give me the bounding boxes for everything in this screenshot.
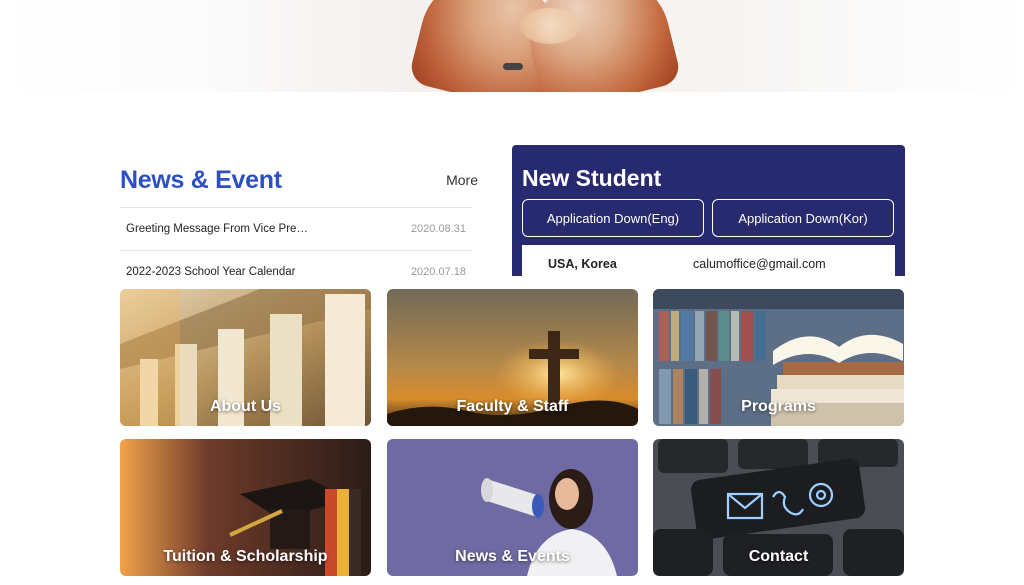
tile-about-us[interactable]: About Us bbox=[120, 289, 371, 426]
news-more-link[interactable]: More bbox=[446, 172, 478, 188]
news-item-date: 2020.08.31 bbox=[410, 223, 466, 235]
hero-banner bbox=[0, 0, 1024, 92]
tile-label: Contact bbox=[748, 548, 809, 565]
news-item-title[interactable]: 2022-2023 School Year Calendar bbox=[126, 266, 295, 275]
tile-label: Faculty & Staff bbox=[456, 398, 569, 415]
application-download-eng-button[interactable]: Application Down(Eng) bbox=[522, 199, 704, 237]
tile-contact[interactable]: Contact bbox=[653, 439, 904, 576]
location-text: USA, Korea bbox=[548, 257, 617, 271]
news-event-title: News & Event bbox=[120, 166, 282, 194]
news-list: Greeting Message From Vice Pre… 2020.08.… bbox=[120, 207, 472, 275]
tile-label: Programs bbox=[741, 398, 816, 415]
tile-programs[interactable]: Programs bbox=[653, 289, 904, 426]
news-list-item[interactable]: Greeting Message From Vice Pre… 2020.08.… bbox=[120, 208, 472, 251]
slider-indicator[interactable] bbox=[503, 63, 523, 70]
hero-image-glow bbox=[520, 8, 580, 44]
tile-label: Tuition & Scholarship bbox=[163, 548, 328, 565]
news-item-date: 2020.07.18 bbox=[410, 266, 466, 275]
new-student-title: New Student bbox=[522, 165, 662, 191]
news-list-item[interactable]: 2022-2023 School Year Calendar 2020.07.1… bbox=[120, 251, 472, 275]
email-link[interactable]: calumoffice@gmail.com bbox=[693, 257, 826, 271]
tile-news-events[interactable]: News & Events bbox=[387, 439, 638, 576]
news-item-title[interactable]: Greeting Message From Vice Pre… bbox=[126, 223, 308, 235]
tile-tuition-scholarship[interactable]: Tuition & Scholarship bbox=[120, 439, 371, 576]
tile-faculty-staff[interactable]: Faculty & Staff bbox=[387, 289, 638, 426]
tile-label: About Us bbox=[209, 398, 282, 415]
new-student-panel: New Student Application Down(Eng) Applic… bbox=[512, 145, 905, 276]
tile-label: News & Events bbox=[455, 548, 570, 565]
application-download-kor-button[interactable]: Application Down(Kor) bbox=[712, 199, 894, 237]
news-event-panel: News & Event More Greeting Message From … bbox=[120, 160, 480, 275]
contact-info-strip: USA, Korea calumoffice@gmail.com bbox=[522, 245, 895, 276]
